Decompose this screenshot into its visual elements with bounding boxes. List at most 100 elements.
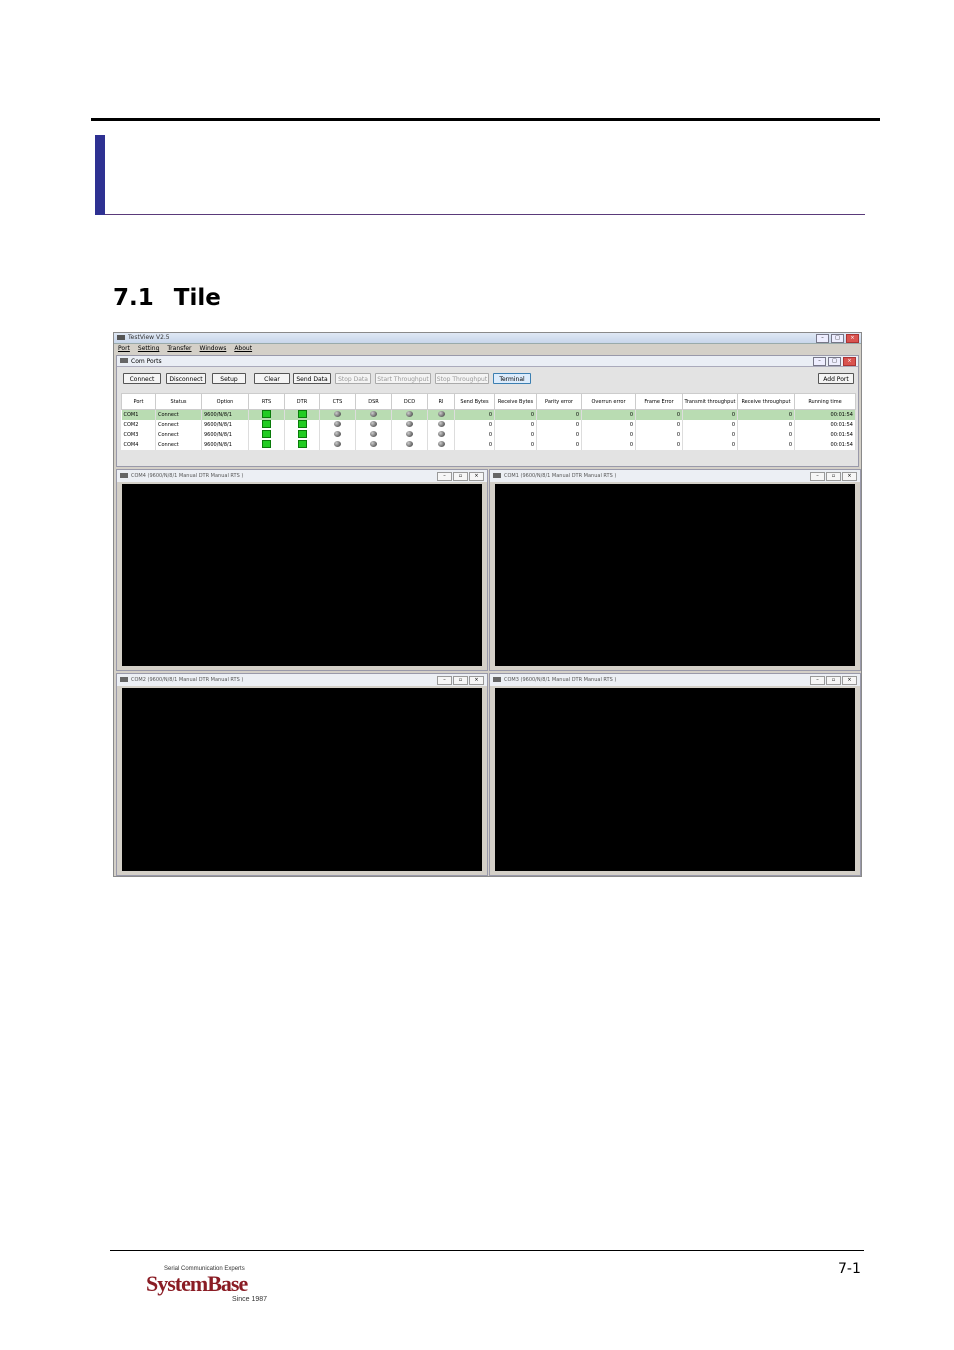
- terminal-screen[interactable]: [122, 484, 482, 666]
- cell-frame: 0: [635, 430, 683, 440]
- cell-tx: 0: [682, 440, 738, 450]
- app-icon: [117, 335, 125, 340]
- stop-data-button[interactable]: Stop Data: [335, 373, 371, 384]
- col-receive-bytes[interactable]: Receive Bytes: [494, 393, 537, 410]
- minimize-icon[interactable]: –: [810, 676, 825, 685]
- terminal-titlebar: COM3 (9600/N/8/1 Manual DTR Manual RTS )…: [490, 674, 860, 686]
- cell-option: 9600/N/8/1: [201, 430, 249, 440]
- rts-led[interactable]: [262, 410, 271, 418]
- col-receive-throughput[interactable]: Receive throughput: [737, 393, 795, 410]
- cell-status: Connect: [155, 409, 202, 420]
- menu-port[interactable]: Port: [118, 345, 130, 352]
- terminal-button[interactable]: Terminal: [493, 373, 531, 384]
- setup-button[interactable]: Setup: [212, 373, 246, 384]
- minimize-icon[interactable]: –: [813, 357, 826, 366]
- minimize-icon[interactable]: –: [816, 334, 829, 343]
- connect-button[interactable]: Connect: [123, 373, 161, 384]
- cell-frame: 0: [635, 409, 683, 420]
- stop-throughput-button[interactable]: Stop Throughput: [435, 373, 489, 384]
- disconnect-button[interactable]: Disconnect: [166, 373, 206, 384]
- col-frame-error[interactable]: Frame Error: [635, 393, 683, 410]
- menu-setting[interactable]: Setting: [138, 345, 159, 352]
- col-status[interactable]: Status: [155, 393, 202, 410]
- cell-overrun: 0: [581, 409, 636, 420]
- col-dcd[interactable]: DCD: [391, 393, 428, 410]
- close-icon[interactable]: ×: [843, 357, 856, 366]
- menu-transfer[interactable]: Transfer: [167, 345, 191, 352]
- col-option[interactable]: Option: [201, 393, 249, 410]
- close-icon[interactable]: ×: [842, 472, 857, 481]
- minimize-icon[interactable]: –: [437, 676, 452, 685]
- col-running-time[interactable]: Running time: [794, 393, 856, 410]
- cell-frame: 0: [635, 420, 683, 430]
- cell-receive: 0: [494, 440, 537, 450]
- col-dsr[interactable]: DSR: [355, 393, 392, 410]
- close-icon[interactable]: ×: [469, 472, 484, 481]
- port-icon: [493, 677, 501, 682]
- terminal-title: COM3 (9600/N/8/1 Manual DTR Manual RTS ): [504, 677, 617, 683]
- ports-table: Port Status Option RTS DTR CTS DSR DCD R…: [121, 393, 856, 450]
- restore-icon[interactable]: ▫: [453, 472, 468, 481]
- col-cts[interactable]: CTS: [319, 393, 356, 410]
- terminal-window-com2[interactable]: COM2 (9600/N/8/1 Manual DTR Manual RTS )…: [116, 673, 488, 876]
- terminal-window-com3[interactable]: COM3 (9600/N/8/1 Manual DTR Manual RTS )…: [489, 673, 861, 876]
- cell-parity: 0: [536, 420, 582, 430]
- cell-port: COM1: [121, 409, 156, 420]
- table-row[interactable]: COM1 Connect 9600/N/8/1 0 0 0 0 0 0 0 00…: [121, 409, 856, 420]
- table-row[interactable]: COM3 Connect 9600/N/8/1 0 0 0 0 0 0 0 00…: [121, 430, 856, 440]
- restore-icon[interactable]: ▫: [826, 472, 841, 481]
- dtr-led[interactable]: [297, 430, 307, 438]
- terminal-screen[interactable]: [122, 688, 482, 871]
- table-row[interactable]: COM4 Connect 9600/N/8/1 0 0 0 0 0 0 0 00…: [121, 440, 856, 450]
- minimize-icon[interactable]: –: [810, 472, 825, 481]
- cell-overrun: 0: [581, 430, 636, 440]
- menu-windows[interactable]: Windows: [200, 345, 227, 352]
- close-icon[interactable]: ×: [469, 676, 484, 685]
- clear-button[interactable]: Clear: [254, 373, 290, 384]
- terminal-screen[interactable]: [495, 688, 855, 871]
- col-rts[interactable]: RTS: [248, 393, 285, 410]
- minimize-icon[interactable]: –: [437, 472, 452, 481]
- terminal-title: COM2 (9600/N/8/1 Manual DTR Manual RTS ): [131, 677, 244, 683]
- terminal-window-com4[interactable]: COM4 (9600/N/8/1 Manual DTR Manual RTS )…: [116, 469, 488, 671]
- com-ports-toolbar: Connect Disconnect Setup Clear Send Data…: [123, 373, 854, 385]
- section-number: 7.1: [113, 285, 154, 311]
- terminal-screen[interactable]: [495, 484, 855, 666]
- col-send-bytes[interactable]: Send Bytes: [454, 393, 495, 410]
- page-number: 7-1: [838, 1261, 861, 1277]
- cell-rx: 0: [737, 430, 795, 440]
- cell-parity: 0: [536, 409, 582, 420]
- dtr-led[interactable]: [297, 440, 307, 448]
- cell-frame: 0: [635, 440, 683, 450]
- restore-icon[interactable]: ▫: [453, 676, 468, 685]
- cell-receive: 0: [494, 420, 537, 430]
- rts-led[interactable]: [262, 420, 271, 428]
- close-icon[interactable]: ×: [842, 676, 857, 685]
- com-ports-title: Com Ports: [131, 358, 162, 365]
- col-parity-error[interactable]: Parity error: [536, 393, 582, 410]
- terminal-window-com1[interactable]: COM1 (9600/N/8/1 Manual DTR Manual RTS )…: [489, 469, 861, 671]
- rts-led[interactable]: [262, 440, 271, 448]
- restore-icon[interactable]: ▫: [826, 676, 841, 685]
- cell-rx: 0: [737, 409, 795, 420]
- dtr-led[interactable]: [297, 410, 307, 418]
- send-data-button[interactable]: Send Data: [293, 373, 331, 384]
- col-ri[interactable]: RI: [427, 393, 455, 410]
- maximize-icon[interactable]: □: [828, 357, 841, 366]
- col-port[interactable]: Port: [121, 393, 156, 410]
- menu-about[interactable]: About: [234, 345, 252, 352]
- col-overrun-error[interactable]: Overrun error: [581, 393, 636, 410]
- maximize-icon[interactable]: □: [831, 334, 844, 343]
- col-dtr[interactable]: DTR: [284, 393, 320, 410]
- rts-led[interactable]: [262, 430, 271, 438]
- dtr-led[interactable]: [297, 420, 307, 428]
- close-icon[interactable]: ×: [846, 334, 859, 343]
- start-throughput-button[interactable]: Start Throughput: [375, 373, 431, 384]
- cell-option: 9600/N/8/1: [201, 440, 249, 450]
- col-transmit-throughput[interactable]: Transmit throughput: [682, 393, 738, 410]
- terminal-titlebar: COM4 (9600/N/8/1 Manual DTR Manual RTS )…: [117, 470, 487, 482]
- logo-brand: SystemBase: [146, 1271, 248, 1296]
- add-port-button[interactable]: Add Port: [818, 373, 854, 384]
- port-icon: [493, 473, 501, 478]
- table-row[interactable]: COM2 Connect 9600/N/8/1 0 0 0 0 0 0 0 00…: [121, 420, 856, 430]
